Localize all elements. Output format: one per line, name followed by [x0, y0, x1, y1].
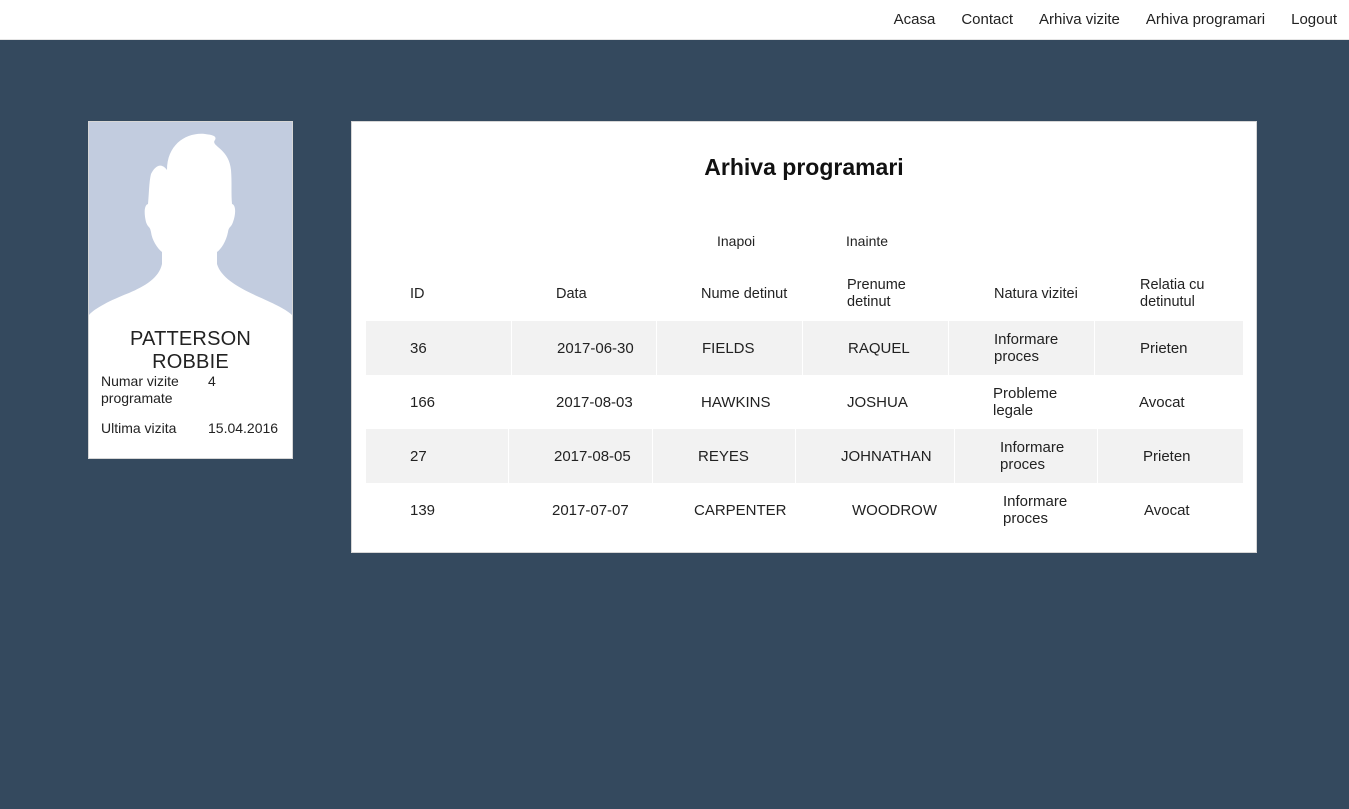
- avatar: [89, 122, 292, 315]
- table-row: 166 2017-08-03 HAWKINS JOSHUA Probleme l…: [366, 375, 1243, 429]
- cell-date: 2017-06-30: [511, 321, 656, 375]
- table-row: 27 2017-08-05 REYES JOHNATHAN Informare …: [366, 429, 1243, 483]
- column-header-relation: Relatia cu detinutul: [1140, 277, 1205, 310]
- cell-visit-nature: Informare proces: [954, 429, 1097, 483]
- column-header-id: ID: [410, 285, 425, 302]
- nav-arhiva-vizite-link[interactable]: Arhiva vizite: [1025, 0, 1132, 40]
- column-header-first-name: Prenume detinut: [847, 277, 906, 310]
- stat-label: Numar vizite programate: [101, 373, 179, 406]
- column-header-date: Data: [556, 285, 587, 302]
- nav-menu: Acasa Contact Arhiva vizite Arhiva progr…: [880, 0, 1349, 40]
- stat-value: 15.04.2016: [208, 420, 279, 436]
- prev-page-link[interactable]: Inapoi: [717, 233, 755, 249]
- cell-relation: Avocat: [1144, 501, 1190, 519]
- cell-last-name: CARPENTER: [694, 501, 787, 519]
- cell-id: 139: [410, 501, 436, 519]
- next-page-link[interactable]: Inainte: [846, 233, 888, 249]
- column-header-last-name: Nume detinut: [701, 285, 788, 302]
- cell-last-name: HAWKINS: [701, 393, 771, 411]
- cell-first-name: JOSHUA: [847, 393, 908, 411]
- nav-logout-link[interactable]: Logout: [1277, 0, 1349, 40]
- cell-relation: Prieten: [1097, 429, 1243, 483]
- nav-acasa-link[interactable]: Acasa: [880, 0, 948, 40]
- cell-relation: Prieten: [1094, 321, 1243, 375]
- cell-date: 2017-08-03: [556, 393, 633, 411]
- user-silhouette-icon: [89, 133, 292, 315]
- nav-contact-link[interactable]: Contact: [947, 0, 1025, 40]
- cell-visit-nature: Probleme legale: [993, 385, 1058, 419]
- cell-last-name: REYES: [652, 429, 795, 483]
- top-navbar: Acasa Contact Arhiva vizite Arhiva progr…: [0, 0, 1349, 40]
- profile-card: PATTERSON ROBBIE Numar vizite programate…: [88, 121, 293, 459]
- table-row: 36 2017-06-30 FIELDS RAQUEL Informare pr…: [366, 321, 1243, 375]
- cell-first-name: JOHNATHAN: [795, 429, 954, 483]
- appointments-table: ID Data Nume detinut Prenume detinut Nat…: [366, 267, 1243, 537]
- cell-first-name: RAQUEL: [802, 321, 948, 375]
- stat-label: Ultima vizita: [101, 420, 177, 436]
- cell-visit-nature: Informare proces: [948, 321, 1094, 375]
- cell-id: 27: [410, 447, 427, 465]
- cell-date: 2017-08-05: [508, 429, 652, 483]
- stat-value: 4: [208, 373, 216, 389]
- cell-first-name: WOODROW: [852, 501, 937, 519]
- nav-arhiva-programari-link[interactable]: Arhiva programari: [1132, 0, 1277, 40]
- profile-name: PATTERSON ROBBIE: [129, 328, 252, 373]
- cell-date: 2017-07-07: [552, 501, 629, 519]
- cell-last-name: FIELDS: [656, 321, 802, 375]
- cell-id: 36: [410, 339, 427, 357]
- appointments-panel: Arhiva programari Inapoi Inainte ID Data…: [351, 121, 1257, 553]
- page-title: Arhiva programari: [704, 154, 904, 180]
- cell-id: 166: [410, 393, 436, 411]
- cell-relation: Avocat: [1139, 393, 1185, 411]
- table-header-row: ID Data Nume detinut Prenume detinut Nat…: [366, 267, 1243, 321]
- cell-visit-nature: Informare proces: [1003, 493, 1068, 527]
- column-header-visit-nature: Natura vizitei: [994, 285, 1078, 302]
- table-row: 139 2017-07-07 CARPENTER WOODROW Informa…: [366, 483, 1243, 537]
